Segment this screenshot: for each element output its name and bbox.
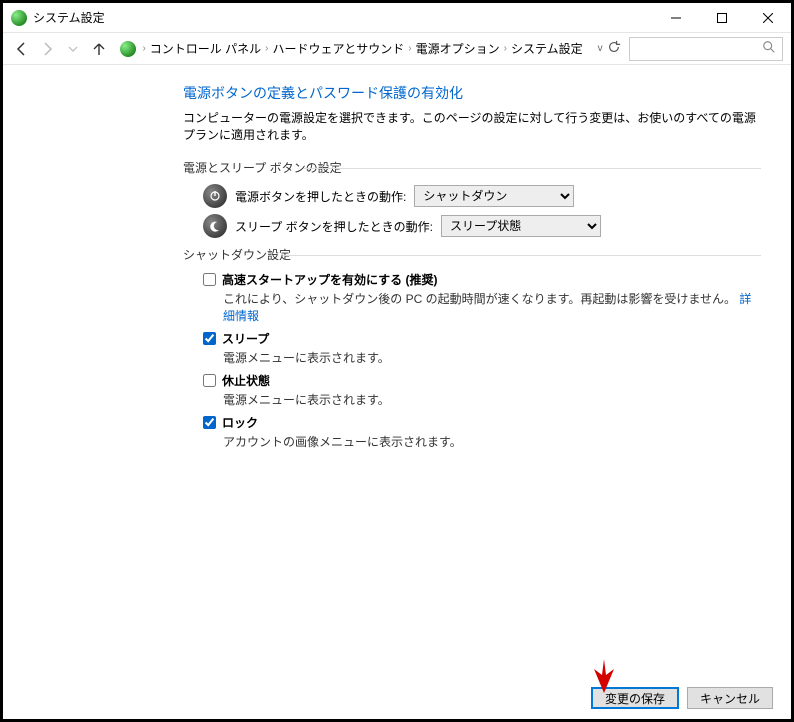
- chevron-right-icon: ›: [142, 43, 145, 54]
- sleep-item: スリープ: [203, 330, 761, 347]
- sleep-button-action-select[interactable]: スリープ状態: [441, 215, 601, 237]
- hibernate-checkbox-input[interactable]: [203, 374, 216, 387]
- breadcrumb[interactable]: › コントロール パネル › ハードウェアとサウンド › 電源オプション › シ…: [113, 37, 589, 61]
- up-button[interactable]: [88, 37, 110, 61]
- app-icon: [11, 10, 27, 26]
- hibernate-checkbox[interactable]: 休止状態: [203, 372, 761, 389]
- recent-dropdown[interactable]: [62, 37, 84, 61]
- window-controls: [653, 3, 791, 32]
- fast-startup-checkbox[interactable]: 高速スタートアップを有効にする (推奨): [203, 271, 761, 288]
- fast-startup-label: 高速スタートアップを有効にする (推奨): [222, 271, 437, 288]
- group-label-shutdown: シャットダウン設定: [183, 246, 761, 263]
- lock-desc: アカウントの画像メニューに表示されます。: [223, 433, 761, 450]
- page-title: 電源ボタンの定義とパスワード保護の有効化: [183, 83, 761, 103]
- window: システム設定 › コントロー: [0, 0, 794, 722]
- minimize-button[interactable]: [653, 3, 699, 32]
- titlebar: システム設定: [3, 3, 791, 33]
- breadcrumb-item[interactable]: 電源オプション: [416, 40, 500, 57]
- hibernate-item: 休止状態: [203, 372, 761, 389]
- chevron-right-icon: ›: [265, 43, 268, 54]
- save-button[interactable]: 変更の保存: [591, 687, 679, 709]
- search-icon: [762, 40, 776, 57]
- power-button-action-select[interactable]: シャットダウン: [414, 185, 574, 207]
- content-area: 電源ボタンの定義とパスワード保護の有効化 コンピューターの電源設定を選択できます…: [3, 65, 791, 677]
- lock-label: ロック: [222, 414, 258, 431]
- sleep-button-row: スリープ ボタンを押したときの動作: スリープ状態: [203, 214, 761, 238]
- breadcrumb-item[interactable]: コントロール パネル: [150, 40, 261, 57]
- lock-item: ロック: [203, 414, 761, 431]
- hibernate-label: 休止状態: [222, 372, 270, 389]
- sleep-checkbox-input[interactable]: [203, 332, 216, 345]
- sleep-desc: 電源メニューに表示されます。: [223, 349, 761, 366]
- search-input[interactable]: [629, 37, 783, 61]
- sleep-button-label: スリープ ボタンを押したときの動作:: [235, 218, 433, 235]
- breadcrumb-icon: [120, 41, 136, 57]
- forward-button[interactable]: [37, 37, 59, 61]
- footer: 変更の保存 キャンセル: [3, 677, 791, 719]
- chevron-right-icon: ›: [408, 43, 411, 54]
- page-description: コンピューターの電源設定を選択できます。このページの設定に対して行う変更は、お使…: [183, 109, 761, 143]
- fast-startup-checkbox-input[interactable]: [203, 273, 216, 286]
- sleep-icon: [203, 214, 227, 238]
- power-button-label: 電源ボタンを押したときの動作:: [235, 188, 406, 205]
- navbar: › コントロール パネル › ハードウェアとサウンド › 電源オプション › シ…: [3, 33, 791, 65]
- refresh-icon[interactable]: [607, 40, 621, 57]
- breadcrumb-item[interactable]: ハードウェアとサウンド: [272, 40, 404, 57]
- group-label-power-buttons: 電源とスリープ ボタンの設定: [183, 159, 761, 176]
- chevron-down-icon[interactable]: v: [598, 43, 603, 54]
- chevron-right-icon: ›: [504, 43, 507, 54]
- breadcrumb-item[interactable]: システム設定: [511, 40, 583, 57]
- power-button-row: 電源ボタンを押したときの動作: シャットダウン: [203, 184, 761, 208]
- window-title: システム設定: [33, 9, 105, 26]
- lock-checkbox-input[interactable]: [203, 416, 216, 429]
- close-button[interactable]: [745, 3, 791, 32]
- fast-startup-item: 高速スタートアップを有効にする (推奨): [203, 271, 761, 288]
- cancel-button[interactable]: キャンセル: [687, 687, 773, 709]
- maximize-button[interactable]: [699, 3, 745, 32]
- sleep-label: スリープ: [222, 330, 269, 347]
- back-button[interactable]: [11, 37, 33, 61]
- power-icon: [203, 184, 227, 208]
- sleep-checkbox[interactable]: スリープ: [203, 330, 761, 347]
- hibernate-desc: 電源メニューに表示されます。: [223, 391, 761, 408]
- fast-startup-desc: これにより、シャットダウン後の PC の起動時間が速くなります。再起動は影響を受…: [223, 290, 761, 324]
- lock-checkbox[interactable]: ロック: [203, 414, 761, 431]
